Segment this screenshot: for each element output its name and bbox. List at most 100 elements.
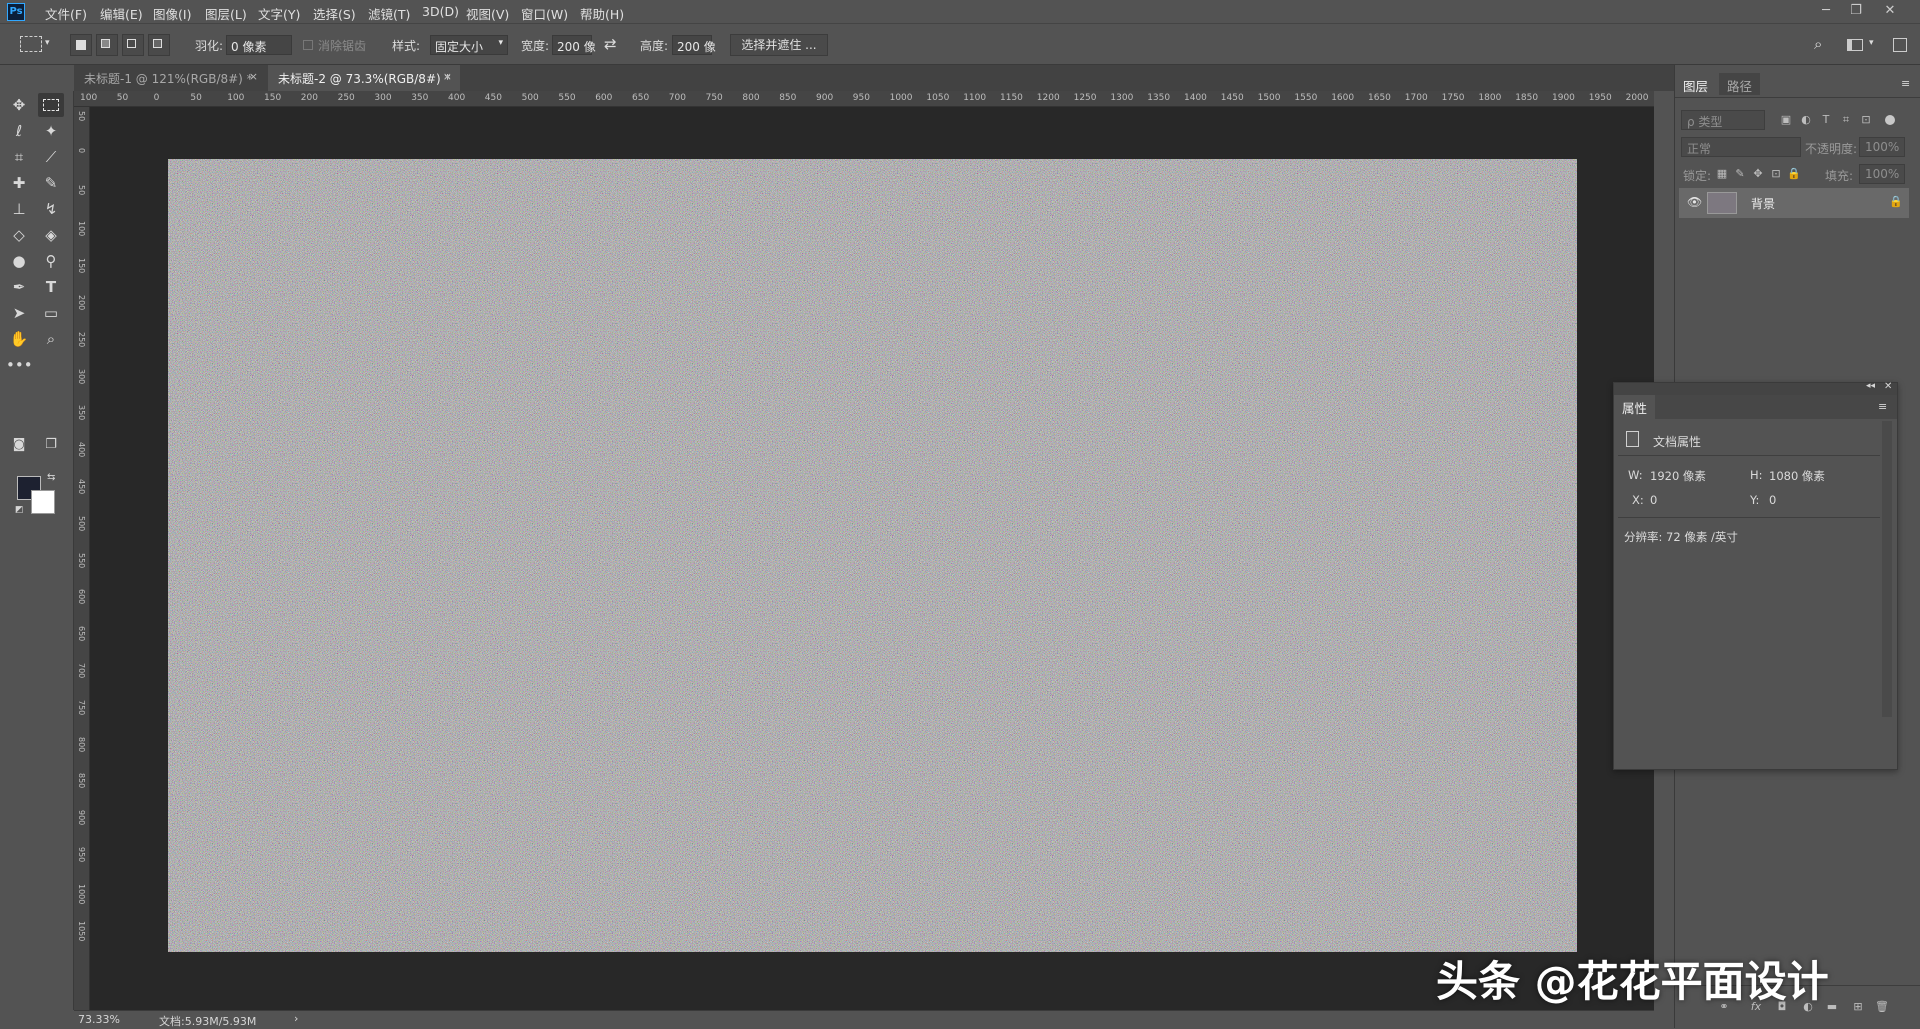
zoom-tool-icon[interactable]: ⌕ [38,327,64,351]
menu-layer[interactable]: 图层(L) [205,4,247,23]
chevron-down-icon[interactable]: ▾ [45,38,50,48]
menu-filter[interactable]: 滤镜(T) [368,4,410,23]
hand-tool-icon[interactable]: ✋ [6,327,32,351]
share-icon[interactable] [1893,38,1907,52]
pen-tool-icon[interactable]: ✒ [6,275,32,299]
feather-input[interactable]: 0 像素 [226,35,292,55]
lock-artboard-icon[interactable]: ⊡ [1769,167,1783,180]
path-selection-tool-icon[interactable]: ➤ [6,301,32,325]
menu-edit[interactable]: 编辑(E) [100,4,143,23]
close-icon[interactable]: × [443,70,452,83]
move-tool-icon[interactable]: ✥ [6,93,32,117]
filter-type-icon[interactable]: T [1819,113,1833,126]
tab-document-2[interactable]: 未标题-2 @ 73.3%(RGB/8#) * × [268,65,460,91]
panel-menu-icon[interactable]: ≡ [1901,77,1910,90]
lock-transparent-icon[interactable]: ▦ [1715,167,1729,180]
style-select[interactable]: 固定大小 ▾ [430,35,508,55]
rect-marquee-preset-icon[interactable] [20,36,42,52]
blur-tool-icon[interactable]: ● [6,249,32,273]
rect-marquee-tool-icon[interactable] [38,93,64,117]
background-color-swatch[interactable] [31,490,55,514]
collapse-icon[interactable]: ◂◂ [1866,381,1875,391]
brush-tool-icon[interactable]: ✎ [38,171,64,195]
add-selection-button[interactable] [96,34,118,56]
menu-help[interactable]: 帮助(H) [580,4,624,23]
height-value[interactable]: 1080 像素 [1769,468,1825,484]
crop-tool-icon[interactable]: ⌗ [6,145,32,169]
minimize-button[interactable]: ─ [1814,1,1838,21]
status-menu-arrow-icon[interactable]: › [294,1012,298,1025]
blend-mode-select[interactable]: 正常 [1681,137,1801,157]
menu-image[interactable]: 图像(I) [153,4,191,23]
properties-panel-header[interactable]: ◂◂ ✕ [1614,381,1897,395]
panel-menu-icon[interactable]: ≡ [1878,400,1887,413]
more-tools-icon[interactable]: ••• [6,353,33,377]
magic-wand-tool-icon[interactable]: ✦ [38,119,64,143]
height-input[interactable]: 200 像 [672,35,716,55]
rectangle-tool-icon[interactable]: ▭ [38,301,64,325]
subtract-selection-button[interactable] [122,34,144,56]
workspace-icon[interactable] [1847,39,1863,51]
horizontal-ruler[interactable]: 100 50 0 50 100 150 200 250 300 350 400 450 500 550 60… [74,91,1654,107]
swap-dimensions-icon[interactable]: ⇄ [604,35,617,53]
restore-button[interactable]: ❐ [1844,1,1868,21]
menu-3d[interactable]: 3D(D) [422,4,459,19]
vertical-ruler[interactable]: 50 0 50 100 150 200 250 300 350 400 450 500 550 600 65… [74,107,90,1010]
document-canvas[interactable] [168,159,1577,952]
filter-adjustment-icon[interactable]: ◐ [1799,113,1813,126]
lasso-tool-icon[interactable]: ℓ [6,119,32,143]
filter-shape-icon[interactable]: ⌗ [1839,113,1853,127]
opacity-input[interactable]: 100% [1859,137,1905,157]
tab-layers[interactable]: 图层 [1675,73,1717,95]
clone-stamp-tool-icon[interactable]: ⊥ [6,197,32,221]
lock-all-icon[interactable]: 🔒 [1787,167,1801,180]
filter-pixel-icon[interactable]: ▣ [1779,113,1793,126]
eraser-tool-icon[interactable]: ◇ [6,223,32,247]
swap-colors-icon[interactable]: ⇆ [47,472,55,483]
dodge-tool-icon[interactable]: ⚲ [38,249,64,273]
filter-toggle-icon[interactable] [1885,115,1895,125]
menu-type[interactable]: 文字(Y) [258,4,300,23]
y-value[interactable]: 0 [1769,493,1776,507]
layer-row-background[interactable]: 👁 背景 🔒 [1679,188,1909,218]
paint-bucket-tool-icon[interactable]: ◈ [38,223,64,247]
close-window-button[interactable]: ✕ [1878,1,1902,21]
visibility-eye-icon[interactable]: 👁 [1687,195,1702,209]
zoom-level[interactable]: 73.33% [78,1013,120,1026]
document-tabs: 未标题-1 @ 121%(RGB/8#) * × 未标题-2 @ 73.3%(R… [74,65,1674,91]
close-icon[interactable]: ✕ [1884,381,1892,392]
search-icon[interactable]: ⌕ [1814,35,1822,53]
filter-smart-object-icon[interactable]: ⊡ [1859,113,1873,126]
eyedropper-tool-icon[interactable]: ⟋ [38,145,64,169]
lock-image-icon[interactable]: ✎ [1733,167,1747,180]
lock-position-icon[interactable]: ✥ [1751,167,1765,180]
history-brush-tool-icon[interactable]: ↯ [38,197,64,221]
menu-window[interactable]: 窗口(W) [521,4,568,23]
quick-mask-icon[interactable]: ◙ [6,433,32,457]
fill-input[interactable]: 100% [1859,164,1905,184]
layer-filter-select[interactable]: ρ 类型 [1681,110,1765,130]
menu-select[interactable]: 选择(S) [313,4,356,23]
layer-name[interactable]: 背景 [1751,195,1775,212]
menu-view[interactable]: 视图(V) [466,4,509,23]
antialias-checkbox[interactable] [303,40,313,50]
select-and-mask-button[interactable]: 选择并遮住 ... [730,34,828,56]
new-selection-button[interactable] [70,34,92,56]
new-layer-icon[interactable]: ⊞ [1851,1000,1865,1013]
menu-file[interactable]: 文件(F) [45,4,87,23]
tab-paths[interactable]: 路径 [1719,73,1761,95]
healing-brush-tool-icon[interactable]: ✚ [6,171,32,195]
x-value[interactable]: 0 [1650,493,1657,507]
chevron-down-icon[interactable]: ▾ [1869,38,1874,48]
tab-properties[interactable]: 属性 [1614,395,1656,419]
properties-scrollbar[interactable] [1882,421,1892,717]
delete-layer-icon[interactable]: 🗑 [1875,1000,1889,1013]
default-colors-icon[interactable]: ◩ [15,505,24,515]
width-input[interactable]: 200 像 [552,35,596,55]
width-value[interactable]: 1920 像素 [1650,468,1706,484]
close-icon[interactable]: × [249,70,258,83]
screen-mode-icon[interactable]: ❐ [38,433,64,457]
type-tool-icon[interactable]: T [38,275,64,299]
intersect-selection-button[interactable] [148,34,170,56]
tab-document-1[interactable]: 未标题-1 @ 121%(RGB/8#) * × [74,65,266,91]
